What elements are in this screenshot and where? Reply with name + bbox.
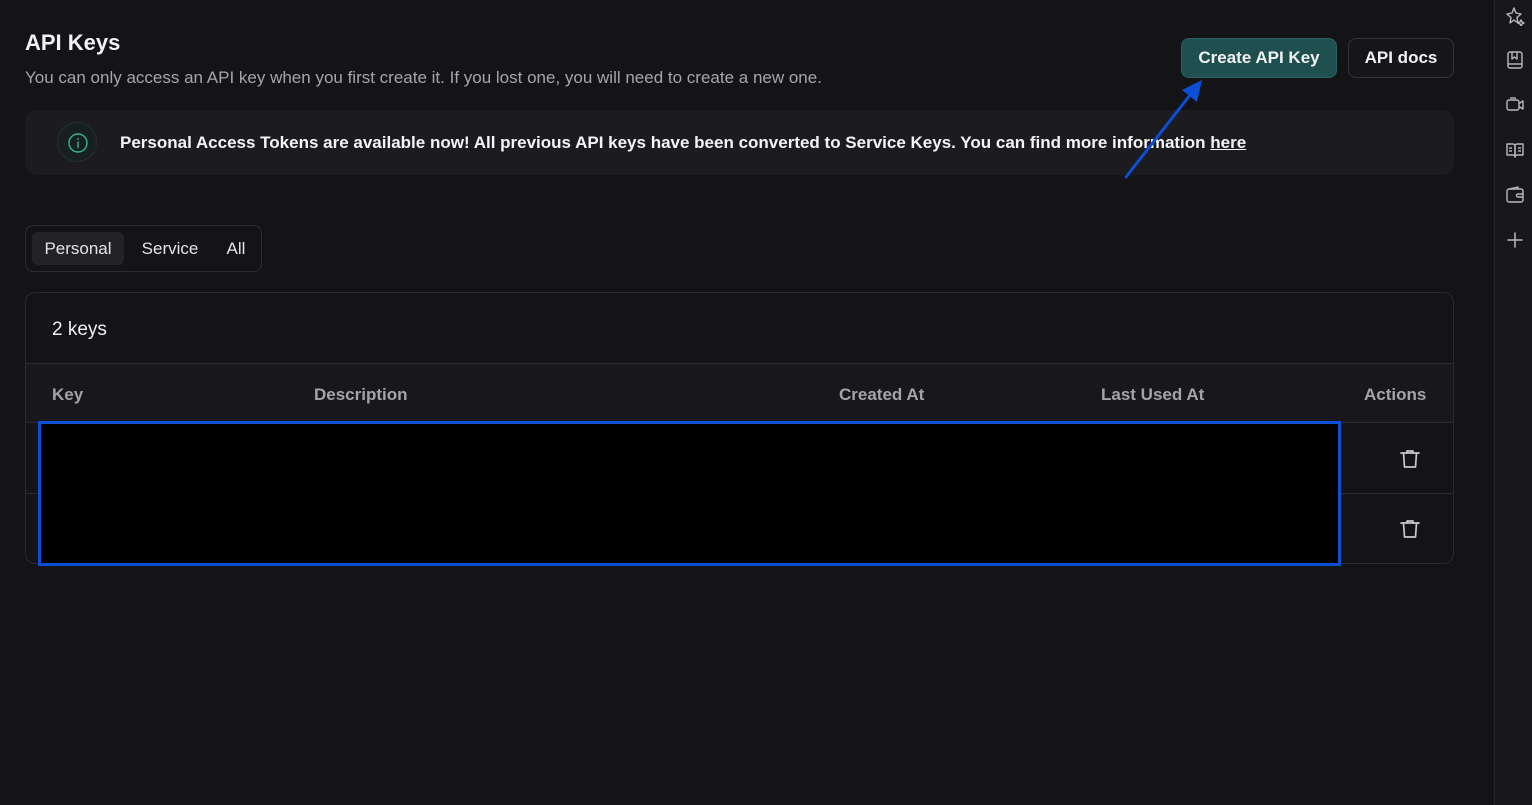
video-icon[interactable] bbox=[1505, 95, 1525, 115]
column-header-key: Key bbox=[52, 385, 84, 404]
table-header: Key Description Created At Last Used At … bbox=[26, 363, 1453, 423]
redacted-rows-overlay bbox=[38, 421, 1341, 566]
annotation-arrow-icon bbox=[1124, 80, 1202, 179]
api-docs-button[interactable]: API docs bbox=[1348, 38, 1454, 78]
page-subtitle: You can only access an API key when you … bbox=[25, 68, 822, 87]
banner-message: Personal Access Tokens are available now… bbox=[120, 133, 1246, 153]
column-header-created-at: Created At bbox=[839, 385, 925, 404]
main-content: API Keys You can only access an API key … bbox=[0, 0, 1494, 805]
book-icon[interactable] bbox=[1505, 140, 1525, 160]
page-title: API Keys bbox=[25, 30, 121, 55]
trash-icon[interactable] bbox=[1398, 447, 1422, 471]
column-header-description: Description bbox=[314, 385, 408, 404]
plus-icon[interactable] bbox=[1505, 230, 1525, 250]
column-header-actions: Actions bbox=[1364, 385, 1427, 404]
column-header-last-used-at: Last Used At bbox=[1101, 385, 1205, 404]
tab-all[interactable]: All bbox=[218, 232, 254, 265]
trash-icon[interactable] bbox=[1398, 517, 1422, 541]
info-banner: Personal Access Tokens are available now… bbox=[25, 110, 1454, 175]
key-count: 2 keys bbox=[52, 319, 107, 340]
tab-service[interactable]: Service bbox=[130, 232, 210, 265]
tab-personal[interactable]: Personal bbox=[32, 232, 124, 265]
right-icon-rail bbox=[1494, 0, 1532, 805]
bookmark-icon[interactable] bbox=[1505, 50, 1525, 70]
info-circle-icon bbox=[57, 122, 97, 162]
wallet-icon[interactable] bbox=[1505, 185, 1525, 205]
sparkle-star-icon[interactable] bbox=[1505, 6, 1525, 26]
key-type-tabs: Personal Service All bbox=[25, 225, 262, 272]
banner-message-text: Personal Access Tokens are available now… bbox=[120, 133, 1211, 152]
